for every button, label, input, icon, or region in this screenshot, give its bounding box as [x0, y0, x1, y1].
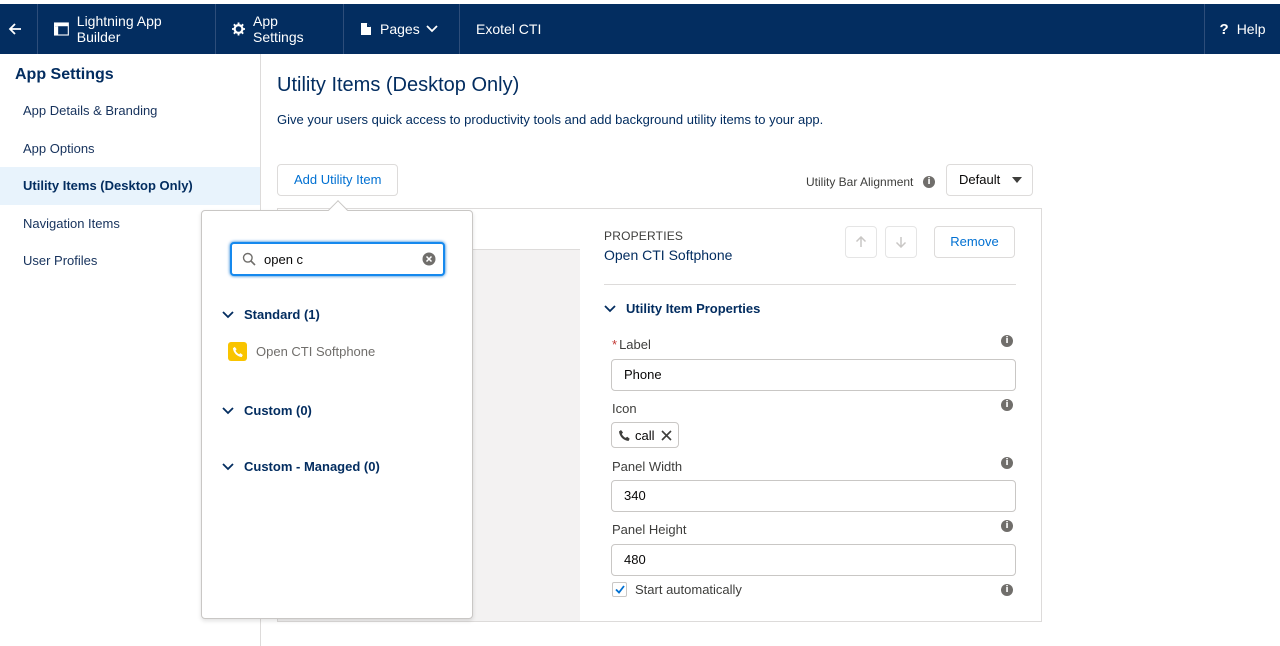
chevron-down-icon [222, 310, 234, 318]
chevron-down-icon [426, 25, 438, 33]
utility-search-box[interactable] [230, 242, 445, 276]
start-automatically-info-icon[interactable]: i [1001, 584, 1013, 596]
app-name-label: Exotel CTI [476, 21, 542, 37]
group-custom-label: Custom (0) [244, 403, 312, 418]
app-settings-button[interactable]: App Settings [216, 4, 344, 54]
app-name: Exotel CTI [460, 4, 557, 54]
sidebar-item-app-options[interactable]: App Options [0, 130, 260, 168]
add-utility-item-button[interactable]: Add Utility Item [277, 164, 399, 196]
move-down-button[interactable] [885, 226, 917, 258]
arrow-up-icon [855, 236, 867, 247]
add-utility-item-popover: Standard (1) Open CTI Softphone Custom (… [201, 200, 473, 619]
move-up-button[interactable] [845, 226, 877, 258]
required-mark: * [612, 337, 618, 352]
search-icon [242, 252, 256, 266]
phone-icon [619, 429, 630, 441]
app-builder-icon [54, 22, 69, 36]
app-settings-label: App Settings [253, 13, 304, 45]
label-field-label: * Label [612, 337, 651, 352]
panel-width-info-icon[interactable]: i [1001, 457, 1013, 469]
alignment-value: Default [959, 172, 1001, 187]
panel-height-label: Panel Height [612, 522, 687, 537]
utility-item-properties-section[interactable]: Utility Item Properties [604, 301, 760, 316]
result-label: Open CTI Softphone [256, 344, 376, 359]
phone-icon [228, 342, 247, 361]
lightning-app-builder-button[interactable]: Lightning App Builder [38, 4, 216, 54]
icon-info-icon[interactable]: i [1001, 399, 1013, 411]
back-arrow-icon [8, 23, 21, 35]
chevron-down-icon [604, 304, 616, 312]
clear-icon[interactable] [422, 252, 436, 266]
pages-menu-button[interactable]: Pages [344, 4, 460, 54]
group-custom[interactable]: Custom (0) [222, 403, 312, 418]
panel-width-label: Panel Width [612, 459, 683, 474]
section-title: Utility Item Properties [626, 301, 761, 316]
help-label: Help [1236, 21, 1266, 37]
group-standard[interactable]: Standard (1) [222, 307, 320, 322]
page-icon [361, 23, 371, 35]
top-nav-bar: Lightning App Builder App Settings Pages… [0, 4, 1280, 54]
properties-caption: PROPERTIES [604, 229, 684, 243]
help-button[interactable]: ? Help [1204, 4, 1280, 54]
sidebar-item-utility-items[interactable]: Utility Items (Desktop Only) [0, 167, 260, 205]
label-field-text: Label [619, 337, 651, 352]
page-title: Utility Items (Desktop Only) [277, 74, 520, 96]
group-custom-managed-label: Custom - Managed (0) [244, 459, 380, 474]
panel-height-info-icon[interactable]: i [1001, 520, 1013, 532]
group-standard-label: Standard (1) [244, 307, 320, 322]
result-open-cti-softphone[interactable]: Open CTI Softphone [228, 342, 375, 361]
panel-width-input[interactable]: 340 [611, 480, 1016, 512]
label-input[interactable]: Phone [611, 359, 1016, 391]
sidebar-item-app-details[interactable]: App Details & Branding [0, 92, 260, 130]
selected-item-name: Open CTI Softphone [604, 247, 733, 263]
close-icon[interactable] [660, 429, 672, 441]
checkmark-icon [614, 585, 625, 594]
search-input[interactable] [264, 250, 414, 268]
question-icon: ? [1219, 20, 1229, 38]
page-subtitle: Give your users quick access to producti… [277, 112, 824, 127]
alignment-select[interactable]: Default [946, 164, 1033, 196]
panel-height-input[interactable]: 480 [611, 544, 1016, 576]
arrow-down-icon [895, 237, 907, 248]
gear-icon [232, 22, 246, 36]
utility-bar-alignment-label: Utility Bar Alignment [806, 175, 914, 189]
icon-pill-label: call [635, 427, 655, 443]
back-button[interactable] [0, 4, 38, 54]
remove-button[interactable]: Remove [934, 226, 1015, 258]
sidebar-title: App Settings [15, 66, 114, 83]
pages-label: Pages [380, 21, 420, 37]
start-automatically-label: Start automatically [635, 582, 742, 597]
icon-field-label: Icon [612, 401, 637, 416]
group-custom-managed[interactable]: Custom - Managed (0) [222, 459, 380, 474]
caret-down-icon [1012, 177, 1022, 183]
label-info-icon[interactable]: i [1001, 335, 1013, 347]
icon-pill[interactable]: call [611, 422, 679, 448]
lightning-app-builder-label: Lightning App Builder [76, 13, 162, 45]
chevron-down-icon [222, 406, 234, 414]
properties-divider [604, 284, 1016, 285]
chevron-down-icon [222, 462, 234, 470]
info-icon[interactable]: i [923, 176, 935, 188]
start-automatically-checkbox[interactable] [612, 582, 627, 597]
